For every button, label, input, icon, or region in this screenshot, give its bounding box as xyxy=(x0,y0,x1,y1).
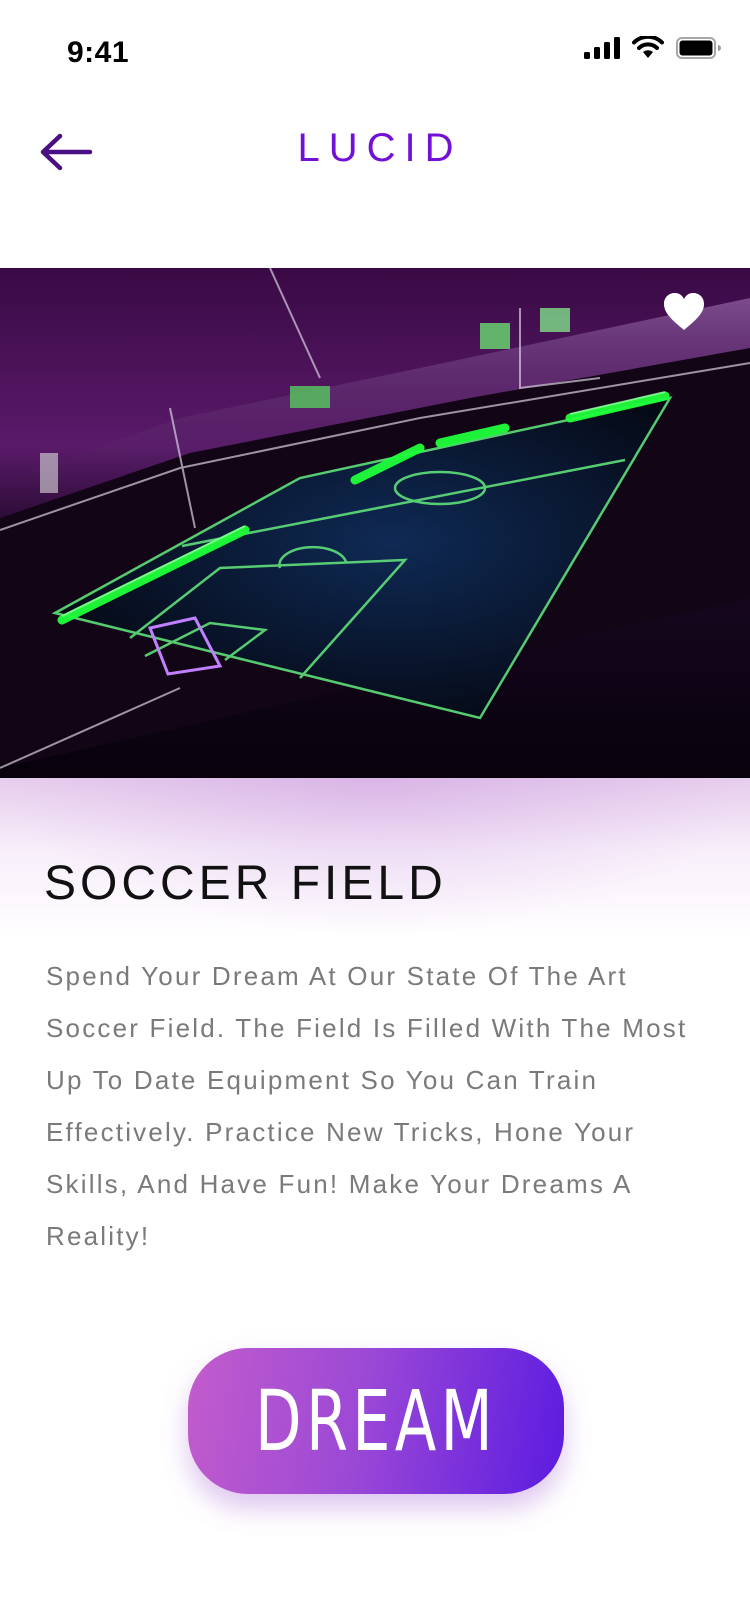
app-header: LUCID xyxy=(0,100,750,200)
status-time: 9:41 xyxy=(67,36,130,69)
dream-button[interactable]: DREAM xyxy=(188,1348,564,1494)
place-description: Spend Your Dream At Our State Of The Art… xyxy=(46,961,688,1251)
heart-icon xyxy=(664,293,704,330)
wifi-icon xyxy=(632,36,664,58)
favorite-button[interactable] xyxy=(662,292,706,332)
dream-button-label: DREAM xyxy=(255,1372,497,1470)
hero-image xyxy=(0,268,750,778)
app-title: LUCID xyxy=(297,126,463,170)
battery-icon xyxy=(676,37,721,59)
status-bar: 9:41 xyxy=(0,0,750,100)
place-title: SOCCER FIELD xyxy=(44,857,447,910)
soccer-field-illustration xyxy=(0,268,750,778)
status-icons xyxy=(584,36,722,60)
cellular-signal-icon xyxy=(584,37,620,59)
